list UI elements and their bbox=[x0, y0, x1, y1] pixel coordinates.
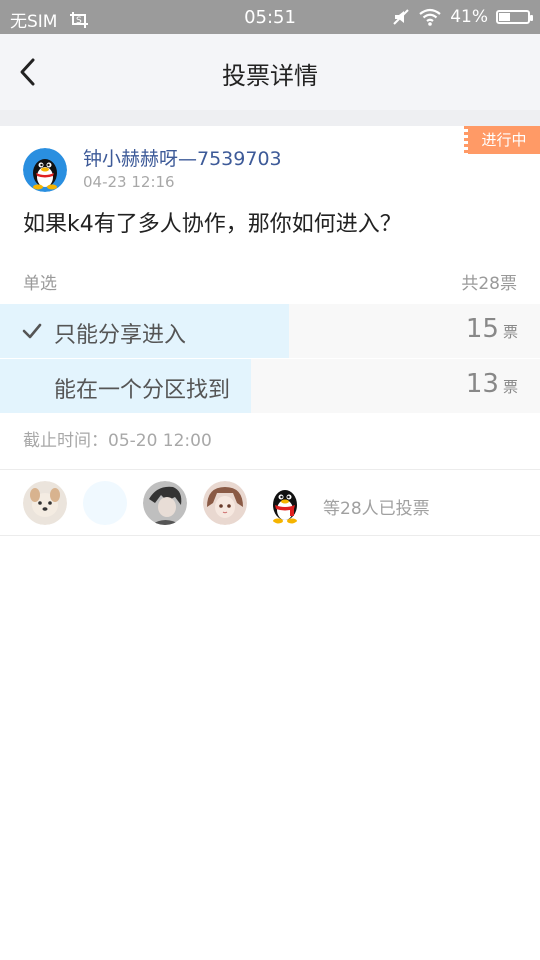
battery-level bbox=[499, 13, 510, 21]
post-time: 04-23 12:16 bbox=[83, 173, 175, 191]
wifi-icon bbox=[419, 8, 441, 26]
option-label: 只能分享进入 bbox=[54, 323, 187, 348]
status-bar-right: 41% bbox=[392, 7, 533, 27]
status-bar: 无SIM S 05:51 41% bbox=[0, 0, 540, 34]
page-title: 投票详情 bbox=[222, 62, 318, 90]
voter-avatar[interactable] bbox=[263, 481, 307, 525]
penguin-avatar-icon bbox=[23, 148, 67, 192]
nav-bar: 投票详情 bbox=[0, 34, 540, 110]
voter-avatar[interactable] bbox=[143, 481, 187, 525]
voter-avatar[interactable] bbox=[203, 481, 247, 525]
poster-name[interactable]: 钟小赫赫呀—7539703 bbox=[83, 144, 282, 171]
status-badge: 进行中 bbox=[464, 126, 540, 154]
battery-icon bbox=[496, 10, 533, 24]
poll-option[interactable]: 能在一个分区找到 13 票 bbox=[0, 359, 540, 413]
voters-count-text: 等28人已投票 bbox=[323, 499, 430, 519]
deadline-text: 截止时间：05-20 12:00 bbox=[23, 431, 212, 451]
anime-avatar-icon bbox=[203, 481, 247, 525]
option-count: 13 票 bbox=[465, 369, 518, 399]
section-divider bbox=[0, 110, 540, 126]
option-label: 能在一个分区找到 bbox=[54, 378, 231, 403]
vote-type-label: 单选 bbox=[23, 274, 57, 294]
divider bbox=[0, 535, 540, 536]
voter-avatar[interactable] bbox=[83, 481, 127, 525]
person-avatar-icon bbox=[143, 481, 187, 525]
avatar[interactable] bbox=[23, 148, 67, 192]
voter-avatar[interactable] bbox=[23, 481, 67, 525]
vote-total: 共28票 bbox=[461, 274, 517, 294]
option-count: 15 票 bbox=[465, 314, 518, 344]
poll-question: 如果k4有了多人协作，那你如何进入？ bbox=[23, 212, 402, 237]
dog-avatar-icon bbox=[23, 481, 67, 525]
voters-row[interactable]: 等28人已投票 bbox=[0, 470, 540, 536]
battery-percent: 41% bbox=[450, 7, 488, 27]
checkmark-icon bbox=[22, 323, 42, 339]
mute-icon bbox=[393, 9, 409, 25]
poll-option[interactable]: 只能分享进入 15 票 bbox=[0, 304, 540, 358]
penguin-avatar-icon bbox=[263, 481, 307, 525]
